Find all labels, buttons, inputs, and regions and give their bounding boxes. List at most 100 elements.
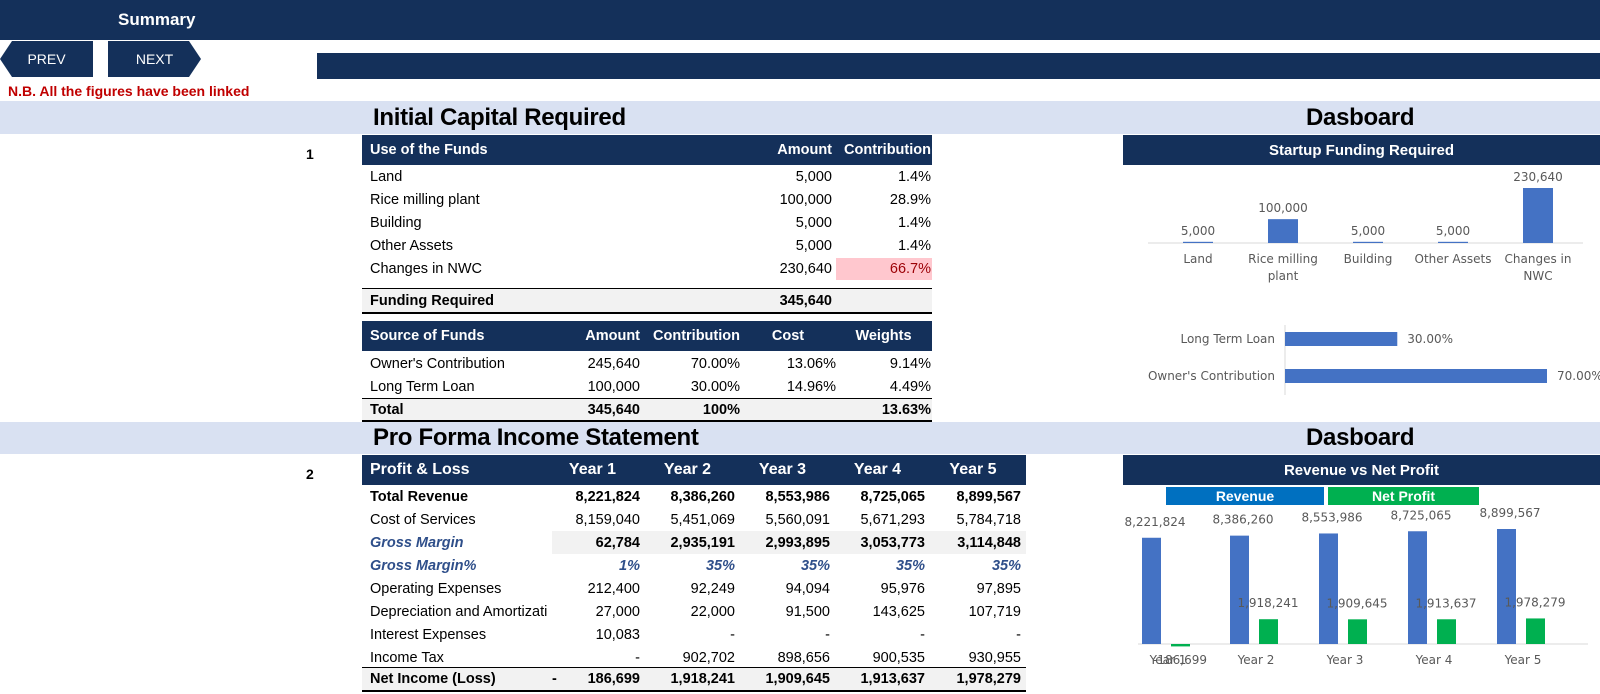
data-label: 30.00% (1407, 332, 1453, 346)
pl-row-label: Income Tax (370, 650, 444, 666)
pl-row-value: 8,386,260 (670, 489, 735, 505)
net-profit-data-label: 1,909,645 (1326, 596, 1387, 610)
prev-button[interactable]: PREV (0, 41, 93, 77)
uses-row-contribution: 28.9% (889, 192, 931, 208)
category-label: Year 2 (1237, 653, 1275, 667)
net-profit-data-label: 1,918,241 (1237, 596, 1298, 610)
pl-row-label: Operating Expenses (370, 581, 502, 597)
net-profit-bar (1437, 619, 1456, 644)
pl-header-year: Year 1 (568, 461, 617, 478)
uses-header-amount: Amount (777, 142, 832, 158)
pl-row-value: 8,553,986 (765, 489, 830, 505)
uses-row-amount: 5,000 (795, 238, 832, 254)
net-income-value: 186,699 (587, 671, 640, 687)
pl-row-value: 2,993,895 (765, 535, 830, 551)
uses-header-label: Use of the Funds (370, 142, 488, 158)
net-profit-data-label: 1,978,279 (1504, 595, 1565, 609)
uses-row-contribution: 1.4% (897, 215, 931, 231)
revenue-data-label: 8,221,824 (1124, 515, 1185, 529)
section1-number: 1 (306, 146, 314, 162)
bar (1285, 369, 1547, 383)
section1-title: Initial Capital Required (373, 104, 626, 131)
category-label: Year 3 (1326, 653, 1364, 667)
sources-total-label: Total (370, 402, 404, 418)
pl-header-year: Year 2 (663, 461, 712, 478)
pl-row-value: 35% (705, 558, 735, 574)
pl-row-value: 35% (895, 558, 925, 574)
sources-total-contribution: 100% (702, 402, 740, 418)
pl-row-label: Gross Margin (370, 535, 464, 551)
sources-header-contribution: Contribution (653, 328, 740, 344)
sources-row-cost: 14.96% (786, 379, 836, 395)
pl-row-value: 5,671,293 (860, 512, 925, 528)
startup-funding-chart: 5,000 Land 100,000 Rice milling plant 5,000 Bu… (1148, 170, 1583, 283)
pl-row-value: 22,000 (690, 604, 735, 620)
uses-row-label: Building (370, 215, 422, 231)
net-income-label: Net Income (Loss) (370, 671, 496, 687)
pl-row-value: 5,560,091 (765, 512, 830, 528)
sources-row-amount: 100,000 (587, 379, 640, 395)
pl-row-value: 95,976 (880, 581, 925, 597)
pl-row-value: 5,451,069 (670, 512, 735, 528)
pl-header-year: Year 3 (758, 461, 807, 478)
sources-row-contribution: 70.00% (690, 356, 740, 372)
category-label: Year 5 (1504, 653, 1542, 667)
data-label: 70.00% (1557, 369, 1600, 383)
pl-header-year: Year 4 (853, 461, 902, 478)
section2-dashboard-title: Dasboard (1306, 424, 1415, 451)
pl-row-value: 900,535 (872, 650, 925, 666)
pl-header-year: Year 5 (949, 461, 997, 478)
pl-row-value: 3,053,773 (860, 535, 925, 551)
pl-row-value: - (920, 627, 925, 643)
sources-row-weight: 4.49% (889, 379, 931, 395)
pl-row-value: 35% (991, 558, 1021, 574)
bar (1438, 241, 1468, 243)
data-label: 5,000 (1181, 224, 1215, 238)
funding-sources-chart: Long Term Loan 30.00% Owner's Contribution… (1148, 325, 1600, 395)
section1-dashboard-title: Dasboard (1306, 104, 1415, 131)
pl-row-value: 35% (800, 558, 830, 574)
pl-row-value: 91,500 (785, 604, 830, 620)
uses-row-label: Other Assets (370, 238, 454, 254)
pl-row-value: 3,114,848 (957, 535, 1021, 551)
pl-row-value: - (730, 627, 735, 643)
pl-row-value: 930,955 (968, 650, 1021, 666)
sources-row-contribution: 30.00% (690, 379, 740, 395)
pl-row-value: 94,094 (785, 581, 830, 597)
next-button[interactable]: NEXT (108, 41, 201, 77)
pl-row-label: Gross Margin% (370, 558, 477, 574)
pl-row-label: Total Revenue (370, 489, 469, 505)
sources-row-label: Long Term Loan (370, 379, 475, 395)
uses-row-amount: 230,640 (779, 261, 832, 277)
bar (1285, 332, 1398, 346)
pl-row-value: 92,249 (690, 581, 735, 597)
revenue-bar (1319, 533, 1338, 644)
sources-header-label: Source of Funds (370, 328, 485, 344)
pl-row-value: - (1016, 627, 1021, 643)
pl-row-value: 5,784,718 (956, 512, 1021, 528)
net-income-value: 1,978,279 (956, 671, 1021, 687)
pl-row-value: 107,719 (968, 604, 1021, 620)
funding-required-label: Funding Required (370, 293, 495, 309)
pl-row-value: - (825, 627, 830, 643)
uses-row-amount: 100,000 (779, 192, 832, 208)
revenue-bar (1408, 531, 1427, 644)
pl-row-label: Interest Expenses (370, 627, 487, 643)
net-income-value: 1,918,241 (670, 671, 735, 687)
pl-row-value: 27,000 (595, 604, 640, 620)
uses-row-label: Rice milling plant (370, 192, 480, 208)
category-label: NWC (1523, 269, 1552, 283)
sources-header-cost: Cost (771, 328, 805, 344)
note-text: N.B. All the figures have been linked (8, 83, 250, 99)
bar (1353, 241, 1383, 243)
uses-row-label: Changes in NWC (370, 261, 483, 277)
pl-row-value: - (635, 650, 640, 666)
page-title: Summary (118, 10, 196, 29)
uses-row-amount: 5,000 (795, 169, 832, 185)
category-label: Year 1 (1149, 653, 1187, 667)
sources-total-amount: 345,640 (587, 402, 640, 418)
category-label: Year 4 (1415, 653, 1453, 667)
sources-total-weight: 13.63% (881, 402, 931, 418)
sources-row-weight: 9.14% (889, 356, 931, 372)
section2-number: 2 (306, 466, 314, 482)
